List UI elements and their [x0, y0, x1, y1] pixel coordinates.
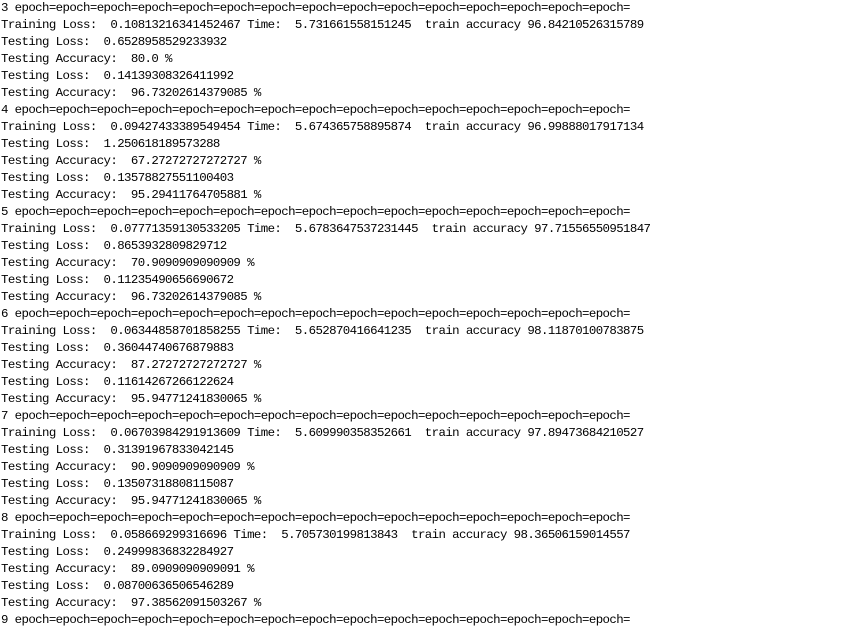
- testing-accuracy-line: Testing Accuracy: 87.27272727272727 %: [1, 358, 261, 372]
- testing-loss-line: Testing Loss: 0.36044740676879883: [1, 341, 234, 355]
- epoch-header-line: 4 epoch=epoch=epoch=epoch=epoch=epoch=ep…: [1, 103, 630, 117]
- testing-accuracy-line: Testing Accuracy: 97.38562091503267 %: [1, 596, 261, 610]
- training-loss-line: Training Loss: 0.058669299316696 Time: 5…: [1, 528, 630, 542]
- training-loss-line: Training Loss: 0.10813216341452467 Time:…: [1, 18, 644, 32]
- epoch-header-line: 5 epoch=epoch=epoch=epoch=epoch=epoch=ep…: [1, 205, 630, 219]
- testing-accuracy-line: Testing Accuracy: 96.73202614379085 %: [1, 86, 261, 100]
- testing-loss-line: Testing Loss: 0.11614267266122624: [1, 375, 234, 389]
- testing-loss-line: Testing Loss: 0.08700636506546289: [1, 579, 234, 593]
- testing-loss-line: Testing Loss: 0.24999836832284927: [1, 545, 234, 559]
- epoch-header-line: 8 epoch=epoch=epoch=epoch=epoch=epoch=ep…: [1, 511, 630, 525]
- testing-loss-line: Testing Loss: 0.31391967833042145: [1, 443, 234, 457]
- testing-loss-line: Testing Loss: 0.6528958529233932: [1, 35, 227, 49]
- testing-accuracy-line: Testing Accuracy: 95.29411764705881 %: [1, 188, 261, 202]
- console-output: 3 epoch=epoch=epoch=epoch=epoch=epoch=ep…: [0, 0, 863, 635]
- epoch-header-line: 3 epoch=epoch=epoch=epoch=epoch=epoch=ep…: [1, 1, 630, 15]
- epoch-header-line: 9 epoch=epoch=epoch=epoch=epoch=epoch=ep…: [1, 613, 630, 627]
- training-loss-line: Training Loss: 0.09427433389549454 Time:…: [1, 120, 644, 134]
- testing-loss-line: Testing Loss: 0.8653932809829712: [1, 239, 227, 253]
- testing-accuracy-line: Testing Accuracy: 95.94771241830065 %: [1, 494, 261, 508]
- testing-accuracy-line: Testing Accuracy: 96.73202614379085 %: [1, 290, 261, 304]
- testing-loss-line: Testing Loss: 0.11235490656690672: [1, 273, 234, 287]
- testing-accuracy-line: Testing Accuracy: 80.0 %: [1, 52, 172, 66]
- testing-accuracy-line: Testing Accuracy: 67.27272727272727 %: [1, 154, 261, 168]
- training-loss-line: Training Loss: 0.06703984291913609 Time:…: [1, 426, 644, 440]
- testing-loss-line: Testing Loss: 0.13507318808115087: [1, 477, 234, 491]
- training-loss-line: Training Loss: 0.07771359130533205 Time:…: [1, 222, 651, 236]
- epoch-header-line: 7 epoch=epoch=epoch=epoch=epoch=epoch=ep…: [1, 409, 630, 423]
- testing-loss-line: Testing Loss: 1.250618189573288: [1, 137, 220, 151]
- testing-accuracy-line: Testing Accuracy: 70.9090909090909 %: [1, 256, 255, 270]
- epoch-header-line: 6 epoch=epoch=epoch=epoch=epoch=epoch=ep…: [1, 307, 630, 321]
- testing-loss-line: Testing Loss: 0.14139308326411992: [1, 69, 234, 83]
- testing-accuracy-line: Testing Accuracy: 90.9090909090909 %: [1, 460, 255, 474]
- training-loss-line: Training Loss: 0.06344858701858255 Time:…: [1, 324, 644, 338]
- testing-accuracy-line: Testing Accuracy: 95.94771241830065 %: [1, 392, 261, 406]
- testing-loss-line: Testing Loss: 0.13578827551100403: [1, 171, 234, 185]
- testing-accuracy-line: Testing Accuracy: 89.0909090909091 %: [1, 562, 255, 576]
